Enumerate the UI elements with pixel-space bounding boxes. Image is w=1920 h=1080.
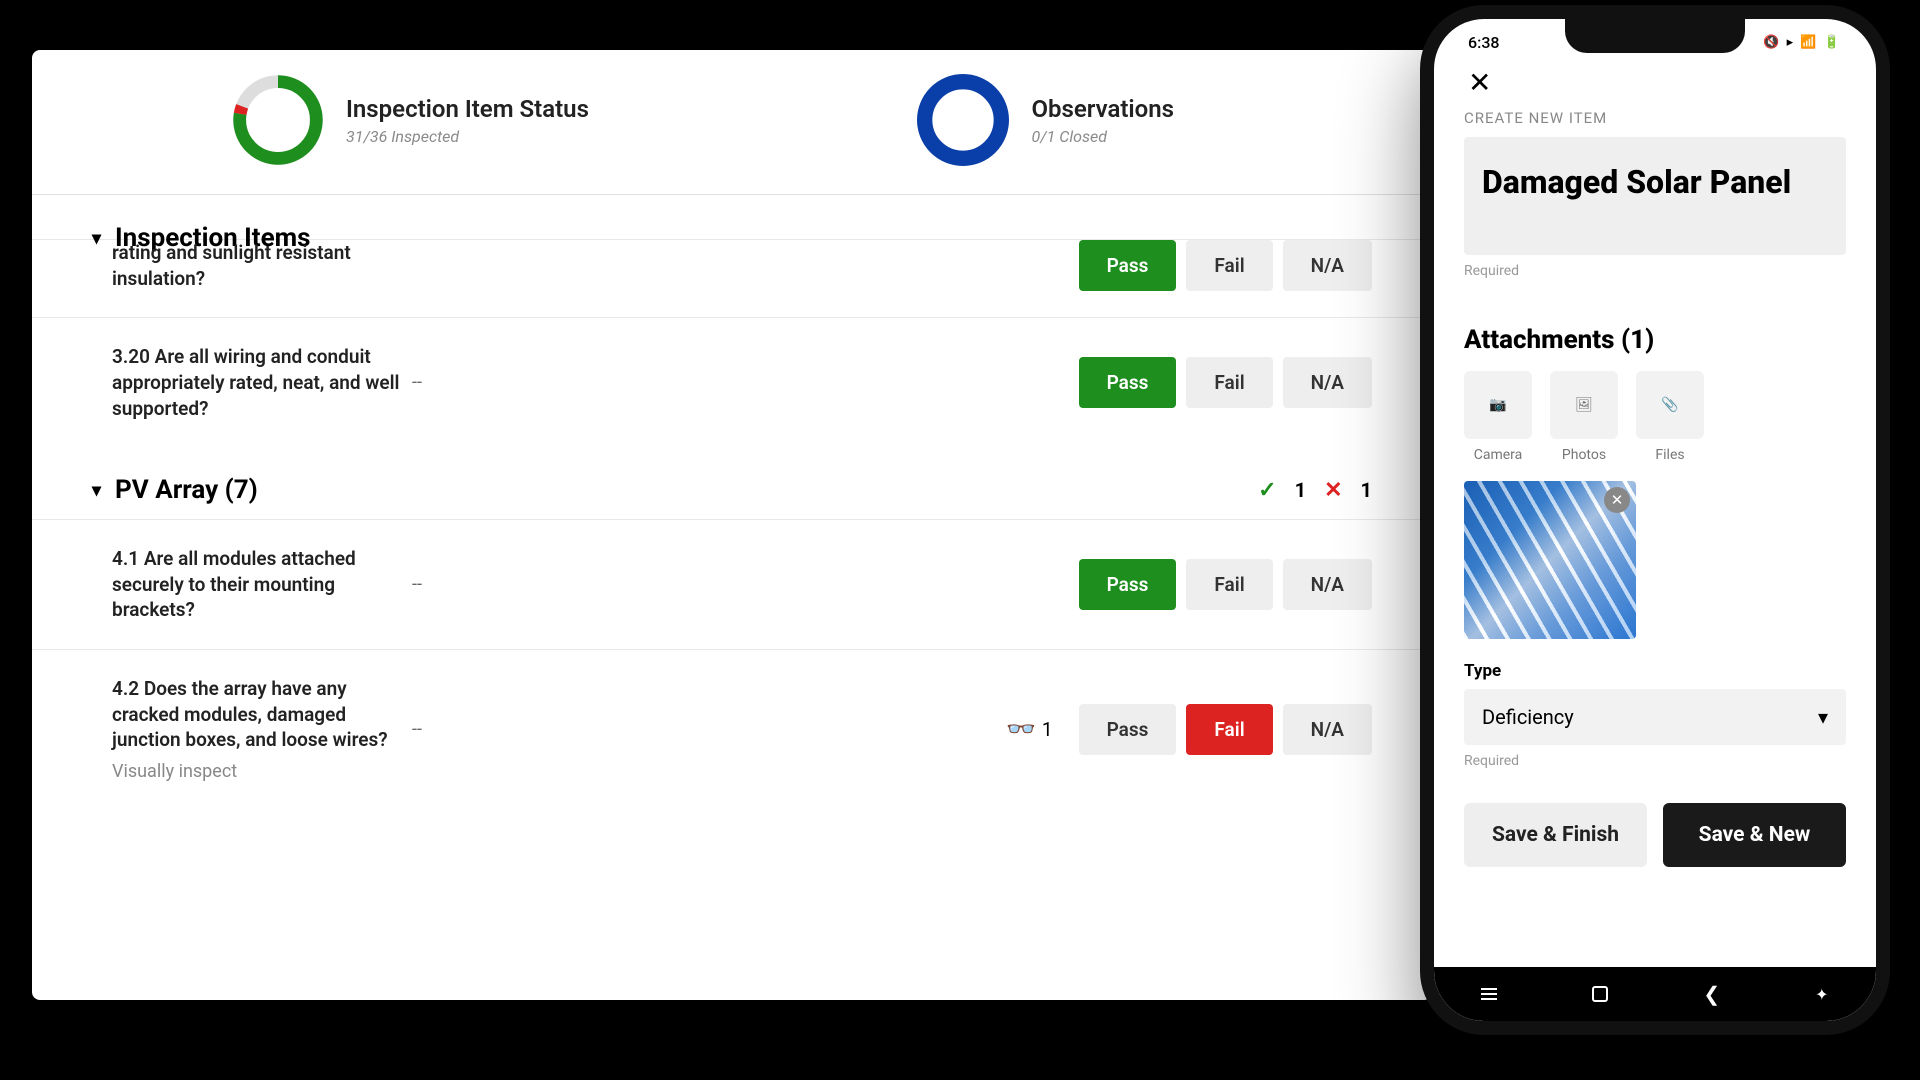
question-text: rating and sunlight resistant insulation… [112,240,412,291]
chevron-down-icon: ▾ [1818,705,1828,729]
mobile-device-frame: 6:38 🔇 ▸ 📶 🔋 ✕ CREATE NEW ITEM Damaged S… [1420,5,1890,1035]
inspection-row: 3.20 Are all wiring and conduit appropri… [32,317,1432,447]
files-button[interactable]: 📎 Files [1636,371,1704,463]
section-summary: ✓ 1 ✕ 1 [1258,478,1372,503]
binoculars-icon: 👓 [1006,715,1036,743]
pass-button[interactable]: Pass [1079,357,1177,408]
na-button[interactable]: N/A [1283,704,1372,755]
delete-attachment-icon[interactable]: ✕ [1604,487,1630,513]
pass-count: 1 [1295,478,1306,502]
na-button[interactable]: N/A [1283,559,1372,610]
android-navbar: ❮ ✦ [1434,967,1876,1021]
chevron-down-icon: ▾ [92,480,101,501]
na-button[interactable]: N/A [1283,357,1372,408]
observations-title: Observations [1031,95,1174,123]
attachments-heading: Attachments (1) [1464,325,1846,355]
row-dash: -- [412,372,532,393]
section-title: PV Array (7) [115,475,258,505]
camera-icon: 📷 [1489,397,1506,413]
question-text: 4.2 Does the array have any cracked modu… [112,676,412,753]
type-label: Type [1464,661,1846,681]
type-select[interactable]: Deficiency ▾ [1464,689,1846,745]
save-finish-button[interactable]: Save & Finish [1464,803,1647,867]
statusbar-icons: 🔇 ▸ 📶 🔋 [1763,35,1842,50]
inspection-row: 4.1 Are all modules attached securely to… [32,519,1432,649]
status-row: Inspection Item Status 31/36 Inspected O… [32,50,1432,195]
type-value: Deficiency [1482,705,1574,729]
create-item-label: CREATE NEW ITEM [1464,109,1846,127]
section-pv-array[interactable]: ▾ PV Array (7) ✓ 1 ✕ 1 [32,447,1432,519]
photos-button[interactable]: 🖼 Photos [1550,371,1618,463]
inspection-status-donut [232,74,324,166]
item-title-text: Damaged Solar Panel [1482,163,1828,201]
inspection-status-block: Inspection Item Status 31/36 Inspected [232,74,589,166]
inspection-row: 4.2 Does the array have any cracked modu… [32,649,1432,808]
item-title-input[interactable]: Damaged Solar Panel [1464,137,1846,255]
fail-count: 1 [1361,478,1372,502]
close-icon[interactable]: ✕ [1464,62,1495,103]
helper-text: Visually inspect [112,761,412,782]
observations-block: Observations 0/1 Closed [917,74,1174,166]
inspection-panel: Inspection Item Status 31/36 Inspected O… [32,50,1432,1000]
att-label: Files [1655,447,1684,463]
fail-button[interactable]: Fail [1186,240,1272,291]
image-icon: 🖼 [1575,397,1593,413]
fail-button[interactable]: Fail [1186,559,1272,610]
row-dash: -- [412,574,532,595]
inspection-status-title: Inspection Item Status [346,95,589,123]
accessibility-icon[interactable]: ✦ [1815,985,1828,1004]
observations-donut [917,74,1009,166]
att-label: Camera [1474,447,1523,463]
observations-sub: 0/1 Closed [1031,127,1174,146]
att-label: Photos [1562,447,1606,463]
paperclip-icon: 📎 [1661,397,1678,413]
required-label: Required [1464,753,1846,769]
save-new-button[interactable]: Save & New [1663,803,1846,867]
required-label: Required [1464,263,1846,279]
row-dash: -- [412,719,532,740]
na-button[interactable]: N/A [1283,240,1372,291]
x-icon: ✕ [1324,478,1342,503]
camera-button[interactable]: 📷 Camera [1464,371,1532,463]
recents-icon[interactable] [1481,988,1497,1000]
phone-notch [1565,19,1745,53]
mobile-screen: 6:38 🔇 ▸ 📶 🔋 ✕ CREATE NEW ITEM Damaged S… [1434,19,1876,1021]
checkmark-icon: ✓ [1258,478,1276,503]
pass-button[interactable]: Pass [1079,704,1177,755]
back-icon[interactable]: ❮ [1703,982,1720,1006]
attachment-thumbnail[interactable]: ✕ [1464,481,1636,639]
pass-button[interactable]: Pass [1079,559,1177,610]
home-icon[interactable] [1592,986,1608,1002]
inspection-status-sub: 31/36 Inspected [346,127,589,146]
observation-indicator[interactable]: 👓 1 [1006,715,1053,743]
inspection-row: rating and sunlight resistant insulation… [32,239,1432,317]
question-text: 3.20 Are all wiring and conduit appropri… [112,344,412,421]
fail-button[interactable]: Fail [1186,704,1272,755]
fail-button[interactable]: Fail [1186,357,1272,408]
observation-count: 1 [1042,718,1053,741]
question-text: 4.1 Are all modules attached securely to… [112,546,412,623]
pass-button[interactable]: Pass [1079,240,1177,291]
statusbar-time: 6:38 [1468,33,1500,52]
chevron-down-icon: ▾ [92,228,101,249]
